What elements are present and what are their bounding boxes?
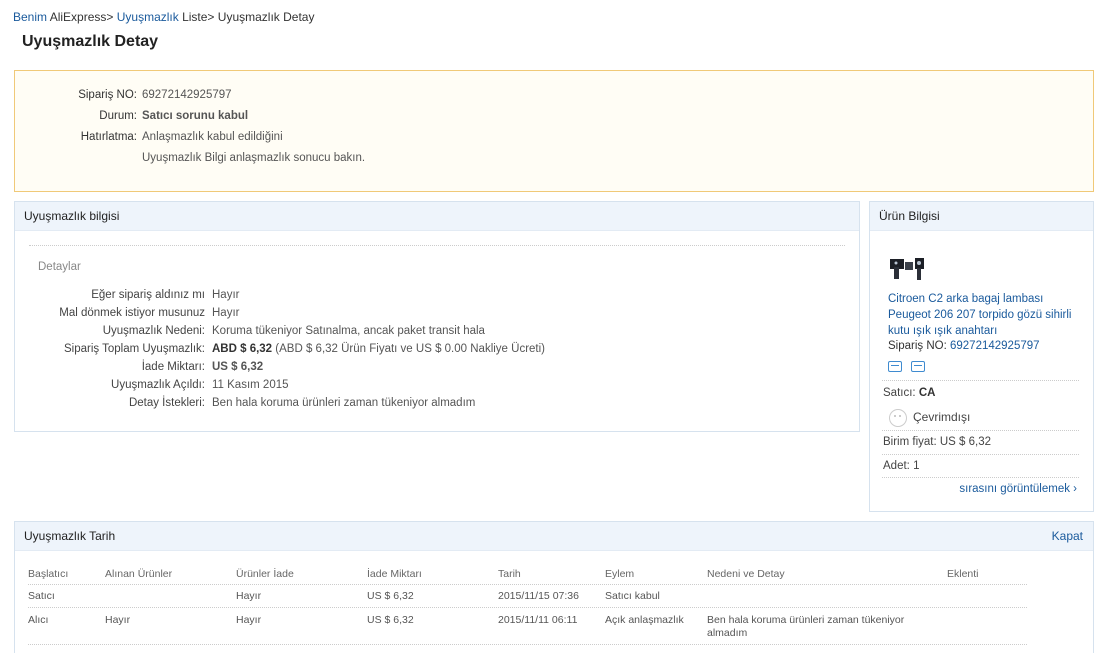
detail-label: Eğer sipariş aldınız mı [91, 289, 205, 301]
detail-label: İade Miktarı: [141, 361, 205, 373]
detail-label: Sipariş Toplam Uyuşmazlık: [63, 343, 205, 355]
dispute-history-panel: Uyuşmazlık Tarih Kapat Başlatıcı Alınan … [14, 521, 1094, 653]
table-cell: Alıcı [28, 614, 49, 626]
detail-row-total: Sipariş Toplam Uyuşmazlık: ABD $ 6,32 (AB… [15, 343, 545, 355]
detail-row-requests: Detay İstekleri: Ben hala koruma ürünleri… [15, 397, 475, 409]
product-info-title: Ürün Bilgisi [870, 202, 1093, 231]
view-order-link[interactable]: sırasını görüntülemek › [959, 483, 1077, 495]
detail-row-opened: Uyuşmazlık Açıldı: 11 Kasım 2015 [15, 379, 289, 391]
table-cell: US $ 6,32 [367, 614, 414, 626]
table-cell: US $ 6,32 [367, 590, 414, 602]
breadcrumb-current: Uyuşmazlık Detay [214, 10, 315, 24]
product-order-label: Sipariş NO: [888, 340, 947, 352]
unit-price-value: US $ 6,32 [939, 436, 992, 448]
table-cell: 2015/11/11 06:11 [498, 614, 578, 626]
status-label: Durum: [99, 110, 137, 122]
detail-row-return: Mal dönmek istiyor musunuz Hayır [15, 307, 239, 319]
product-order-row: Sipariş NO: 69272142925797 [888, 340, 1040, 352]
detail-label: Uyuşmazlık Nedeni: [102, 325, 205, 337]
detail-value: Ben hala koruma ürünleri zaman tükeniyor… [212, 397, 476, 409]
table-cell: Satıcı [28, 590, 55, 602]
unit-price-row: Birim fiyat: US $ 6,32 [883, 436, 991, 448]
table-cell: Satıcı kabul [605, 590, 660, 602]
page-title: Uyuşmazlık Detay [22, 33, 159, 50]
product-info-panel: Ürün Bilgisi Citroen C2 arka bagaj lamba… [869, 201, 1094, 512]
breadcrumb-home-link[interactable]: Benim [13, 10, 47, 24]
seller-row: Satıcı: CA [883, 387, 935, 399]
seller-value: CA [918, 387, 936, 399]
column-header: Başlatıcı [28, 568, 69, 580]
divider [882, 430, 1079, 431]
refund-amount: US $ 6,32 [212, 361, 264, 373]
reminder-text-2-value: Uyuşmazlık Bilgi anlaşmazlık sonucu bakı… [142, 152, 366, 164]
breadcrumb-list-suffix: Liste> [178, 10, 215, 24]
divider [882, 477, 1079, 478]
unit-price-label: Birim fiyat: [883, 436, 937, 448]
detail-value: 11 Kasım 2015 [212, 379, 289, 391]
quantity-label: Adet: [883, 460, 910, 472]
detail-value: Hayır [212, 289, 240, 301]
column-header: İade Miktarı [367, 568, 422, 580]
offline-chat-icon[interactable] [889, 409, 907, 427]
column-header: Eylem [605, 568, 635, 580]
detail-value: Koruma tükeniyor Satınalma, ancak paket … [212, 325, 485, 337]
table-cell: Hayır [236, 614, 262, 626]
divider [29, 245, 845, 246]
divider [28, 607, 1027, 608]
quantity-row: Adet: 1 [883, 460, 919, 472]
reminder-text-1: Anlaşmazlık kabul edildiğini [142, 131, 283, 143]
breadcrumb: Benim AliExpress> Uyuşmazlık Liste> Uyuş… [13, 10, 314, 24]
quantity-value: 1 [913, 460, 920, 472]
total-amount: ABD $ 6,32 [212, 343, 273, 355]
divider [882, 380, 1079, 381]
column-header: Eklenti [947, 568, 979, 580]
breadcrumb-home-suffix: AliExpress> [47, 10, 114, 24]
table-cell: Hayır [236, 590, 262, 602]
detail-row-reason: Uyuşmazlık Nedeni: Koruma tükeniyor Satın… [15, 325, 485, 337]
product-order-link[interactable]: 69272142925797 [950, 340, 1040, 352]
detail-value: Hayır [212, 307, 240, 319]
divider [882, 454, 1079, 455]
column-header: Alınan Ürünler [105, 568, 173, 580]
detail-label: Uyuşmazlık Açıldı: [111, 379, 205, 391]
reminder-row: Hatırlatma: Anlaşmazlık kabul edildiğini [15, 131, 283, 143]
table-cell: 2015/11/15 07:36 [498, 590, 579, 602]
delivery-icon[interactable] [888, 361, 902, 372]
status-value: Satıcı sorunu kabul [142, 110, 249, 122]
table-cell: Hayır [105, 614, 131, 626]
table-cell: Açık anlaşmazlık [605, 614, 684, 626]
dispute-info-title: Uyuşmazlık bilgisi [15, 202, 859, 231]
product-thumbnail[interactable] [888, 253, 928, 285]
order-number-value: 69272142925797 [142, 89, 232, 101]
close-history-link[interactable]: Kapat [1052, 529, 1083, 543]
product-icons [888, 361, 934, 375]
divider [28, 584, 1027, 585]
breadcrumb-list-link[interactable]: Uyuşmazlık [117, 10, 179, 24]
dispute-info-panel: Uyuşmazlık bilgisi Detaylar Eğer sipariş… [14, 201, 860, 432]
seller-label: Satıcı: [883, 387, 916, 399]
details-label: Detaylar [38, 261, 81, 273]
status-row: Durum: Satıcı sorunu kabul [15, 110, 248, 122]
detail-row-received: Eğer sipariş aldınız mı Hayır [15, 289, 239, 301]
offline-label: Çevrimdışı [913, 410, 971, 425]
detail-label: Detay İstekleri: [128, 397, 205, 409]
column-header: Nedeni ve Detay [707, 568, 785, 580]
seller-status: Çevrimdışı [889, 409, 970, 427]
column-header: Ürünler İade [236, 568, 294, 580]
dispute-history-title: Uyuşmazlık Tarih [15, 522, 1093, 551]
order-number-label: Sipariş NO: [78, 89, 137, 101]
status-box: Sipariş NO: 69272142925797 Durum: Satıcı s… [14, 70, 1094, 192]
card-icon[interactable] [911, 361, 925, 372]
divider [28, 644, 1027, 645]
detail-label: Mal dönmek istiyor musunuz [59, 307, 205, 319]
product-title-link[interactable]: Citroen C2 arka bagaj lambası Peugeot 20… [888, 291, 1084, 339]
reminder-label: Hatırlatma: [80, 131, 137, 143]
reminder-text-2: Uyuşmazlık Bilgi anlaşmazlık sonucu bakı… [142, 152, 365, 164]
table-cell: Ben hala koruma ürünleri zaman tükeniyor… [707, 614, 905, 639]
order-number-row: Sipariş NO: 69272142925797 [15, 89, 232, 101]
detail-row-refund: İade Miktarı: US $ 6,32 [15, 361, 263, 373]
column-header: Tarih [498, 568, 521, 580]
total-breakdown: (ABD $ 6,32 Ürün Fiyatı ve US $ 0.00 Nak… [272, 343, 545, 355]
